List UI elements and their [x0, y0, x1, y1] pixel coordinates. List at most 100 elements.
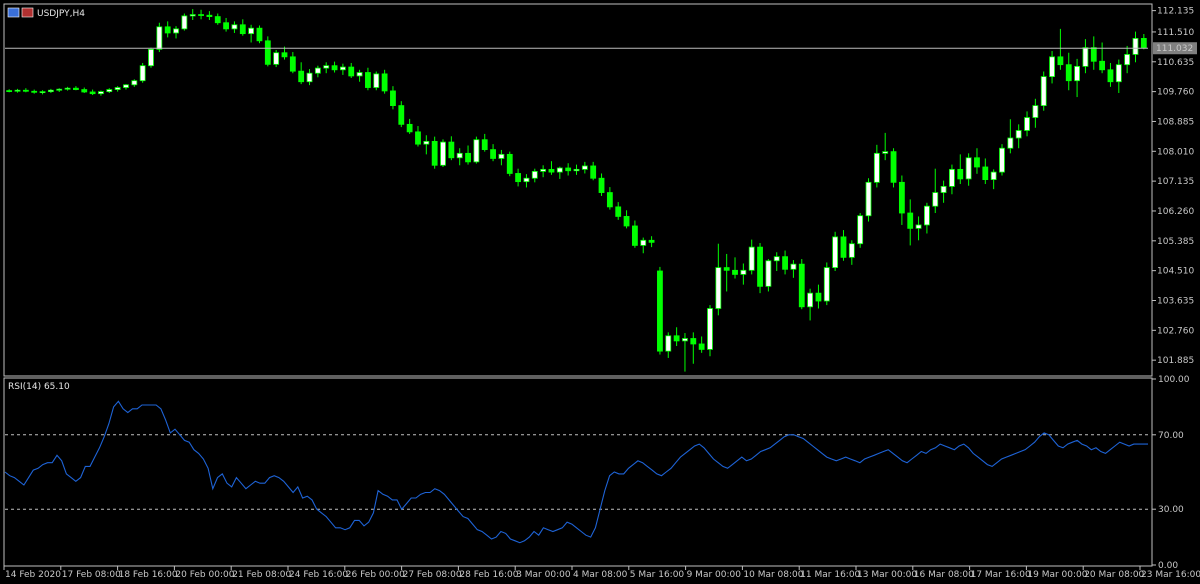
time-tick-label: 18 Feb 16:00 [119, 570, 178, 580]
time-tick-label: 5 Mar 16:00 [630, 570, 685, 580]
candle-body [473, 139, 480, 163]
candle-body [1074, 65, 1080, 82]
candle-body [440, 141, 446, 166]
candle-body [448, 141, 455, 159]
current-price-label: 111.032 [1156, 44, 1193, 54]
price-tick-label: 112.135 [1157, 7, 1194, 17]
candle-body [857, 215, 864, 245]
time-tick-label: 24 Feb 16:00 [289, 570, 348, 580]
window-icon [7, 7, 20, 18]
price-tick-label: 102.760 [1157, 326, 1194, 336]
candle-body [465, 152, 471, 163]
candle-body [707, 308, 713, 350]
candle-body [765, 260, 772, 287]
candle-body [156, 26, 163, 50]
candle-body [740, 269, 747, 275]
candle-body [14, 89, 21, 92]
candle-body [31, 90, 38, 93]
price-tick-label: 108.885 [1157, 117, 1194, 127]
candle-body [206, 14, 213, 17]
candle-body [423, 141, 430, 145]
candle-body [757, 246, 763, 287]
price-tick-label: 105.385 [1157, 237, 1194, 247]
candle-body [22, 89, 29, 92]
candle-body [306, 72, 313, 83]
candle-body [1007, 137, 1014, 149]
candle-body [114, 87, 121, 90]
price-tick-label: 111.510 [1157, 28, 1194, 38]
chart-area[interactable]: 112.135 111.510 110.635 109.760 108.885 108.0… [0, 0, 1200, 584]
candle-body [773, 256, 780, 262]
candle-body [515, 173, 522, 183]
candle-body [782, 256, 788, 270]
flag-icon [21, 7, 34, 18]
candle-body [723, 267, 730, 271]
candle-body [965, 157, 972, 180]
candle-body [556, 167, 563, 173]
time-tick-label: 11 Mar 16:00 [800, 570, 860, 580]
candle-body [139, 65, 146, 82]
candle-body [1090, 47, 1097, 62]
candle-body [690, 338, 697, 345]
candle-body [648, 239, 655, 243]
time-tick-label: 13 Mar 00:00 [857, 570, 917, 580]
candle-body [606, 192, 613, 208]
time-tick-label: 14 Feb 2020 [5, 570, 61, 580]
time-tick-label: 21 Feb 08:00 [232, 570, 291, 580]
candle-body [615, 206, 622, 217]
time-tick-label: 26 Feb 00:00 [346, 570, 405, 580]
candle-body [281, 52, 288, 58]
candle-body [390, 90, 396, 106]
candle-body [598, 177, 605, 193]
candle-body [1032, 105, 1039, 118]
symbol-title: USDJPY,H4 [37, 9, 85, 19]
candle-body [1040, 76, 1047, 106]
candle-body [882, 151, 889, 154]
time-tick-label: 9 Mar 00:00 [687, 570, 742, 580]
candle-body [365, 72, 371, 88]
candle-body [940, 186, 947, 193]
candle-body [623, 216, 630, 227]
price-tick-label: 110.635 [1157, 58, 1194, 68]
candle-body [581, 165, 588, 170]
time-tick-label: 28 Feb 16:00 [459, 570, 518, 580]
candle-body [298, 70, 305, 83]
candle-body [1015, 130, 1022, 139]
candle-body [39, 91, 46, 94]
candle-body [957, 168, 964, 180]
candle-body [990, 171, 997, 180]
candle-body [56, 88, 63, 91]
price-tick-label: 106.260 [1157, 207, 1194, 217]
price-tick-label: 104.510 [1157, 267, 1194, 277]
chart-background [0, 0, 1200, 584]
candle-body [456, 152, 463, 159]
candle-body [1065, 64, 1072, 82]
candle-body [631, 225, 638, 246]
candle-body [949, 168, 955, 187]
candle-body [356, 72, 363, 77]
candle-body [248, 27, 255, 35]
candle-body [106, 89, 113, 93]
candle-body [256, 27, 263, 42]
candle-body [131, 80, 138, 86]
candle-body [523, 177, 530, 183]
candle-body [790, 263, 797, 270]
candle-body [548, 168, 555, 173]
time-tick-label: 3 Mar 00:00 [516, 570, 571, 580]
time-tick-label: 10 Mar 08:00 [743, 570, 803, 580]
rsi-tick-label: 100.00 [1158, 375, 1190, 385]
price-tick-label: 109.760 [1157, 88, 1194, 98]
candle-body [848, 243, 855, 258]
time-tick-label: 23 Mar 16:00 [1141, 570, 1200, 580]
candle-body [273, 52, 280, 65]
candle-body [823, 267, 830, 302]
price-tick-label: 101.885 [1157, 356, 1194, 366]
candle-body [289, 56, 296, 72]
candle-body [915, 224, 922, 229]
candle-body [1124, 54, 1131, 66]
candle-body [47, 89, 54, 93]
candle-body [673, 335, 680, 342]
time-tick-label: 27 Feb 08:00 [403, 570, 462, 580]
candle-body [123, 84, 129, 88]
candle-body [815, 292, 822, 302]
